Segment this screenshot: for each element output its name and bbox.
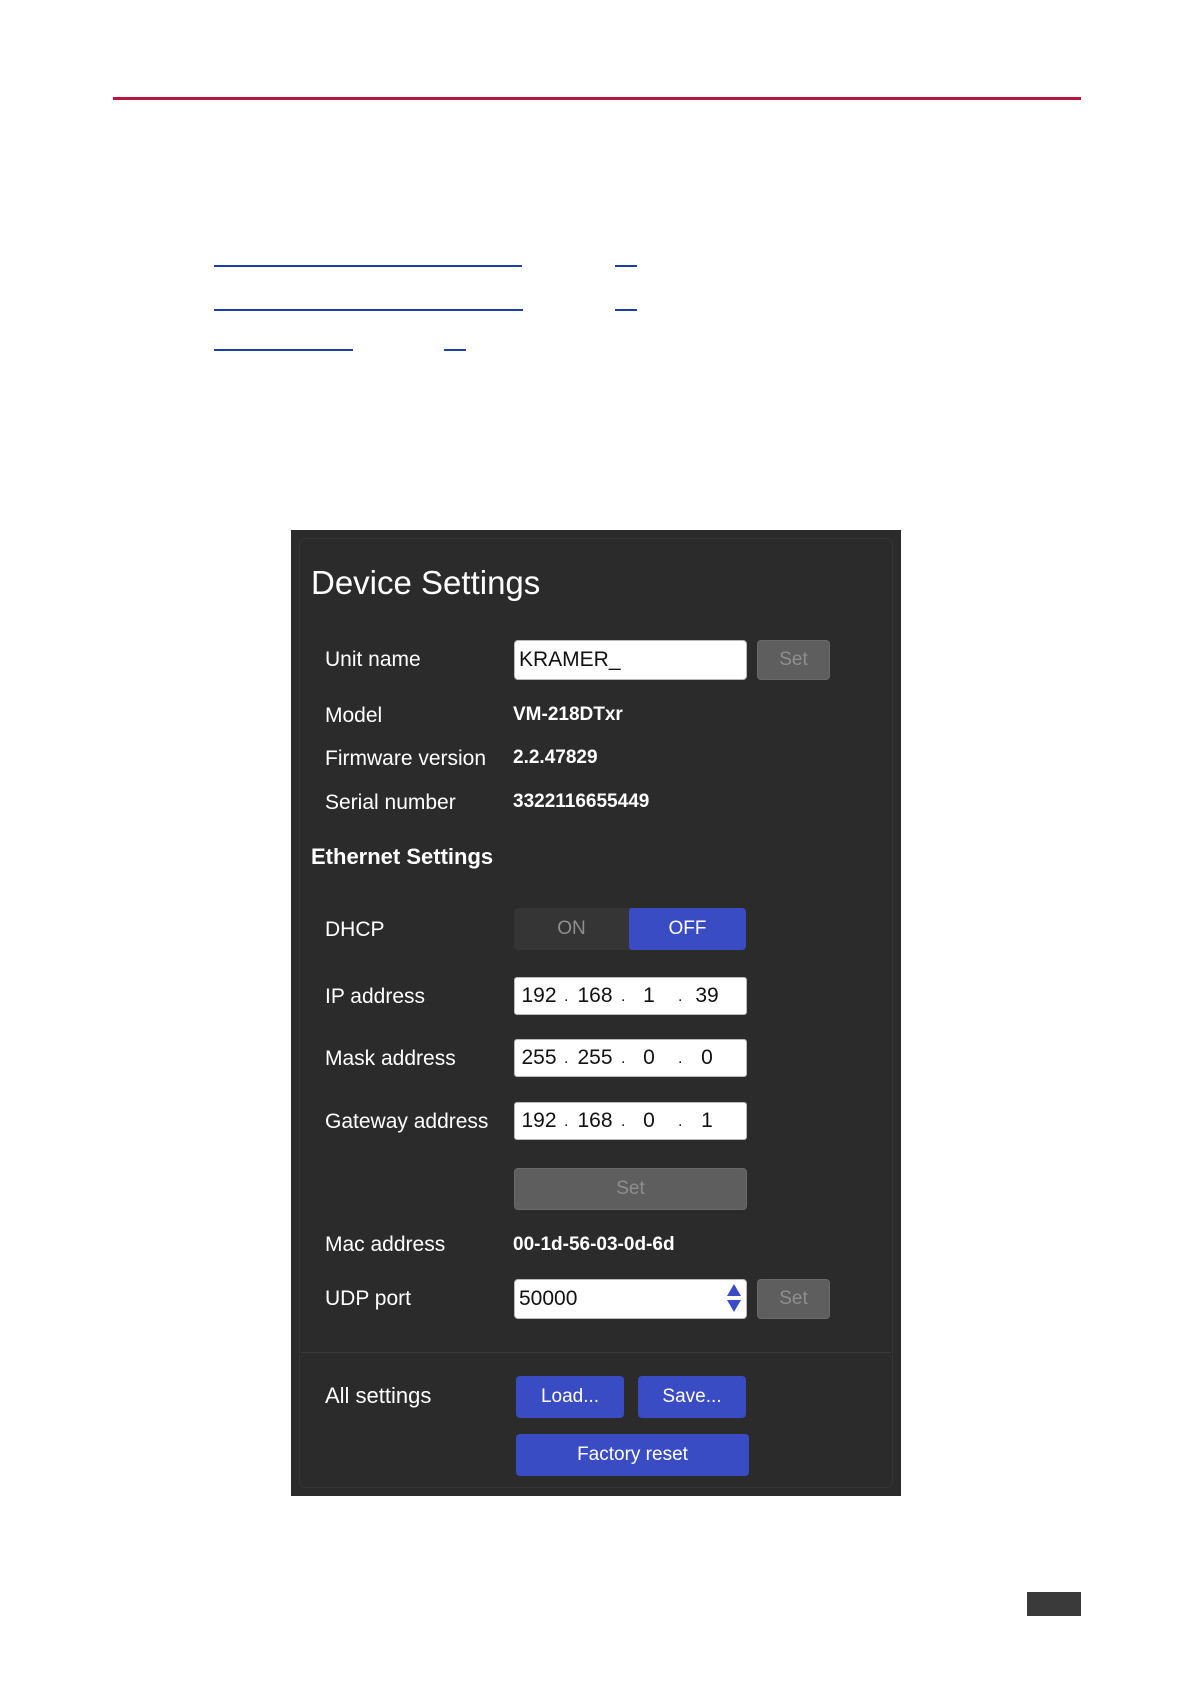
ip-dot: .: [678, 988, 683, 1005]
ip-octet-2[interactable]: 168: [573, 978, 617, 1014]
gateway-dot: .: [564, 1113, 569, 1130]
ip-address-label: IP address: [325, 985, 426, 1008]
unit-name-input[interactable]: [514, 640, 747, 680]
toc-link-1[interactable]: [214, 265, 522, 267]
ip-octet-1[interactable]: 192: [519, 978, 559, 1014]
toc-page-link-2[interactable]: [615, 309, 637, 311]
unit-name-label: Unit name: [325, 648, 421, 671]
mask-octet-4[interactable]: 0: [687, 1040, 727, 1076]
serial-number-value: 3322116655449: [513, 791, 650, 812]
ip-dot: .: [621, 988, 626, 1005]
gateway-octet-4[interactable]: 1: [687, 1103, 727, 1139]
gateway-address-label: Gateway address: [325, 1110, 489, 1133]
mask-dot: .: [564, 1050, 569, 1067]
section-divider: [301, 1352, 891, 1353]
mask-octet-3[interactable]: 0: [633, 1040, 665, 1076]
firmware-version-label: Firmware version: [325, 747, 487, 770]
all-settings-label: All settings: [325, 1383, 432, 1408]
ip-address-field[interactable]: 192 . 168 . 1 . 39: [514, 977, 747, 1015]
udp-port-input[interactable]: [514, 1279, 747, 1319]
ip-octet-3[interactable]: 1: [633, 978, 665, 1014]
gateway-octet-1[interactable]: 192: [519, 1103, 559, 1139]
unit-name-set-button[interactable]: Set: [757, 640, 830, 680]
toc-page-link-1[interactable]: [615, 265, 637, 267]
gateway-octet-2[interactable]: 168: [573, 1103, 617, 1139]
header-rule: [113, 97, 1081, 100]
save-button[interactable]: Save...: [638, 1376, 746, 1418]
factory-reset-button[interactable]: Factory reset: [516, 1434, 749, 1476]
ip-dot: .: [564, 988, 569, 1005]
toc-link-3[interactable]: [214, 349, 353, 351]
gateway-dot: .: [621, 1113, 626, 1130]
firmware-version-value: 2.2.47829: [513, 747, 598, 768]
gateway-address-field[interactable]: 192 . 168 . 0 . 1: [514, 1102, 747, 1140]
mac-address-label: Mac address: [325, 1233, 446, 1256]
gateway-octet-3[interactable]: 0: [633, 1103, 665, 1139]
udp-port-stepper[interactable]: [514, 1279, 747, 1319]
spinner-arrows-icon[interactable]: [725, 1282, 743, 1314]
dhcp-on-option[interactable]: ON: [514, 908, 629, 950]
mask-address-field[interactable]: 255 . 255 . 0 . 0: [514, 1039, 747, 1077]
dhcp-off-option[interactable]: OFF: [629, 908, 746, 950]
device-settings-panel: Device Settings Unit name Set Model VM-2…: [291, 530, 901, 1496]
dhcp-toggle[interactable]: ON OFF: [514, 908, 746, 950]
udp-port-label: UDP port: [325, 1287, 411, 1310]
mask-address-label: Mask address: [325, 1047, 456, 1070]
dhcp-label: DHCP: [325, 918, 385, 941]
page-title: Device Settings: [311, 564, 541, 601]
mac-address-value: 00-1d-56-03-0d-6d: [513, 1234, 675, 1255]
mask-octet-1[interactable]: 255: [519, 1040, 559, 1076]
toc-link-2[interactable]: [214, 309, 523, 311]
ethernet-settings-heading: Ethernet Settings: [311, 844, 494, 869]
mask-octet-2[interactable]: 255: [573, 1040, 617, 1076]
load-button[interactable]: Load...: [516, 1376, 624, 1418]
ip-octet-4[interactable]: 39: [687, 978, 727, 1014]
ethernet-set-button[interactable]: Set: [514, 1168, 747, 1210]
udp-port-set-button[interactable]: Set: [757, 1279, 830, 1319]
model-value: VM-218DTxr: [513, 704, 623, 725]
serial-number-label: Serial number: [325, 791, 456, 814]
model-label: Model: [325, 704, 383, 727]
page-number-tab: [1027, 1592, 1081, 1616]
mask-dot: .: [678, 1050, 683, 1067]
toc-page-link-3[interactable]: [444, 349, 466, 351]
mask-dot: .: [621, 1050, 626, 1067]
gateway-dot: .: [678, 1113, 683, 1130]
